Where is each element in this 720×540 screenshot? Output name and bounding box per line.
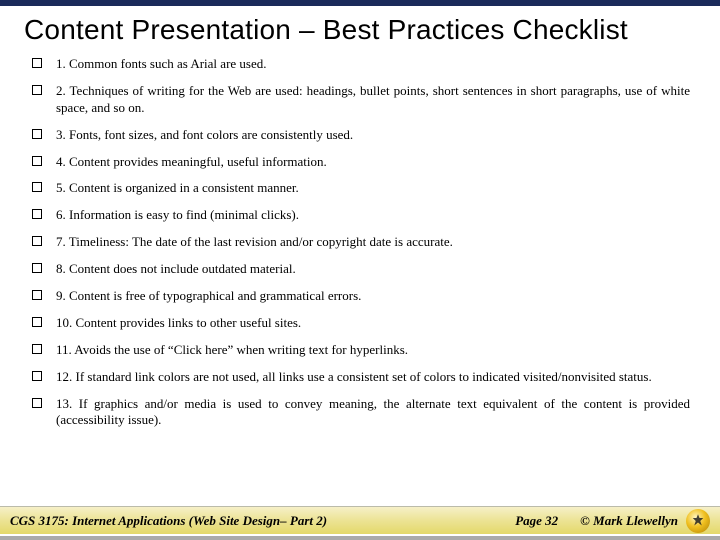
checkbox-icon (32, 58, 42, 68)
checklist-text: 13. If graphics and/or media is used to … (56, 396, 696, 430)
checkbox-icon (32, 182, 42, 192)
checklist-text: 2. Techniques of writing for the Web are… (56, 83, 696, 117)
checklist-item: 3. Fonts, font sizes, and font colors ar… (32, 127, 696, 144)
checkbox-icon (32, 344, 42, 354)
checklist-item: 1. Common fonts such as Arial are used. (32, 56, 696, 73)
checklist-item: 7. Timeliness: The date of the last revi… (32, 234, 696, 251)
checkbox-icon (32, 290, 42, 300)
footer-page-number: Page 32 (515, 513, 558, 529)
checklist-text: 11. Avoids the use of “Click here” when … (56, 342, 696, 359)
slide-title: Content Presentation – Best Practices Ch… (24, 14, 696, 46)
checklist-item: 4. Content provides meaningful, useful i… (32, 154, 696, 171)
checklist-item: 8. Content does not include outdated mat… (32, 261, 696, 278)
checkbox-icon (32, 398, 42, 408)
checklist-text: 5. Content is organized in a consistent … (56, 180, 696, 197)
checklist-item: 13. If graphics and/or media is used to … (32, 396, 696, 430)
checklist-text: 9. Content is free of typographical and … (56, 288, 696, 305)
checklist-text: 7. Timeliness: The date of the last revi… (56, 234, 696, 251)
ucf-logo-icon (686, 509, 710, 533)
checklist-item: 12. If standard link colors are not used… (32, 369, 696, 386)
checklist-text: 1. Common fonts such as Arial are used. (56, 56, 696, 73)
checklist-text: 10. Content provides links to other usef… (56, 315, 696, 332)
checklist-item: 11. Avoids the use of “Click here” when … (32, 342, 696, 359)
checklist-text: 3. Fonts, font sizes, and font colors ar… (56, 127, 696, 144)
bottom-edge (0, 536, 720, 540)
slide-body: Content Presentation – Best Practices Ch… (0, 6, 720, 429)
checklist: 1. Common fonts such as Arial are used. … (24, 56, 696, 429)
checklist-text: 12. If standard link colors are not used… (56, 369, 696, 386)
footer-copyright: © Mark Llewellyn (580, 513, 678, 529)
checkbox-icon (32, 85, 42, 95)
checklist-item: 2. Techniques of writing for the Web are… (32, 83, 696, 117)
slide-footer: CGS 3175: Internet Applications (Web Sit… (0, 506, 720, 534)
checklist-item: 6. Information is easy to find (minimal … (32, 207, 696, 224)
checklist-text: 4. Content provides meaningful, useful i… (56, 154, 696, 171)
checklist-item: 9. Content is free of typographical and … (32, 288, 696, 305)
checklist-text: 6. Information is easy to find (minimal … (56, 207, 696, 224)
checkbox-icon (32, 263, 42, 273)
checkbox-icon (32, 371, 42, 381)
checkbox-icon (32, 129, 42, 139)
checklist-text: 8. Content does not include outdated mat… (56, 261, 696, 278)
checklist-item: 10. Content provides links to other usef… (32, 315, 696, 332)
checkbox-icon (32, 236, 42, 246)
checkbox-icon (32, 156, 42, 166)
checkbox-icon (32, 317, 42, 327)
footer-course: CGS 3175: Internet Applications (Web Sit… (10, 513, 327, 529)
checklist-item: 5. Content is organized in a consistent … (32, 180, 696, 197)
checkbox-icon (32, 209, 42, 219)
